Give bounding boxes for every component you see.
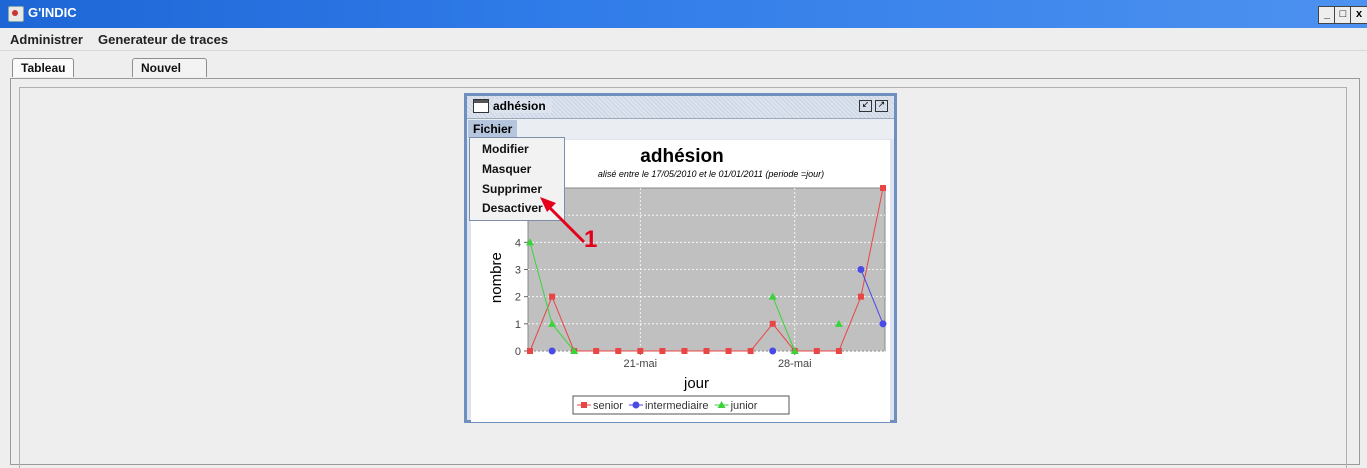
annotation-arrow [545,203,586,244]
annotation-overlay [540,197,586,244]
annotation-label: 1 [584,226,598,253]
